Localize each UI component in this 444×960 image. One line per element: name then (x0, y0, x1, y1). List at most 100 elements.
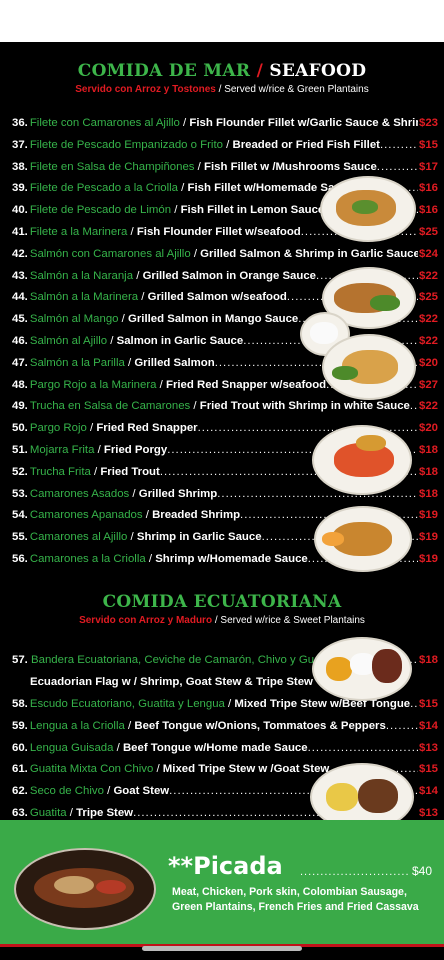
item-number: 48. (12, 378, 28, 391)
item-number: 58. (12, 698, 28, 710)
item-price: $22 (417, 265, 438, 288)
item-name-es: Trucha Frita (29, 465, 91, 478)
top-white-bar (0, 0, 444, 42)
item-name-es: Trucha en Salsa de Camarones (29, 400, 191, 413)
item-name-en: Shrimp w/Homemade Sauce (155, 552, 308, 565)
item-name-es: Camarones Asados (29, 487, 130, 500)
home-indicator[interactable] (142, 946, 302, 951)
item-name-es: Lengua Guisada (29, 741, 114, 754)
item-name-es: Filete en Salsa de Champiñones (29, 160, 195, 173)
item-name-es: Seco de Chivo (29, 785, 104, 798)
item-name-en: Tripe Stew (76, 806, 134, 819)
ecuador-section-title: COMIDA ECUATORIANA (0, 592, 444, 612)
seafood-title-slash: / (256, 61, 264, 81)
item-number: 56. (12, 552, 28, 565)
leader-dots: ........................................… (197, 422, 438, 435)
item-price: $15 (417, 694, 438, 716)
separator: / (118, 313, 128, 326)
separator: / (194, 160, 204, 173)
item-number: 46. (12, 334, 28, 347)
item-name-es: Salmón con Camarones al Ajillo (29, 247, 191, 260)
item-name-es: Salmón a la Parilla (29, 356, 125, 369)
item-price: $18 (417, 483, 438, 506)
item-number: 51. (12, 443, 28, 456)
item-price: $25 (417, 221, 438, 244)
item-name-es: Pargo Rojo (29, 422, 87, 435)
ecuador-subtitle-es: Servido con Arroz y Maduro (79, 615, 213, 626)
item-price: $22 (417, 330, 438, 353)
item-name-es: Pargo Rojo a la Marinera (29, 378, 157, 391)
item-price: $19 (417, 505, 438, 528)
separator: / (86, 422, 97, 435)
item-price: $18 (417, 461, 438, 484)
item-price: $23 (417, 113, 438, 135)
item-number: 38. (12, 160, 28, 173)
separator: / (224, 698, 235, 710)
item-name-en: Grilled Salmon (134, 356, 215, 369)
leader-dots: ........................................… (217, 487, 438, 500)
item-name-es: Filete con Camarones al Ajillo (29, 117, 180, 129)
ecuador-title: COMIDA ECUATORIANA (102, 592, 342, 612)
item-number: 53. (12, 487, 28, 500)
item-name-en: Mixed Tripe Stew w /Goat Stew (162, 763, 330, 776)
item-name-es: Camarones Apanados (29, 509, 143, 522)
item-price: $22 (417, 396, 438, 419)
picada-description: Meat, Chicken, Pork skin, Colombian Saus… (172, 886, 419, 913)
item-name-en: Beef Tongue w/Home made Sauce (122, 741, 308, 754)
seafood-title-es: COMIDA DE MAR (77, 61, 251, 81)
item-number: 37. (12, 138, 28, 151)
item-name-es: Filete de Pescado a la Criolla (29, 182, 178, 195)
dish-photo (314, 506, 412, 572)
item-name-en: Fish Fillet in Lemon Sauce (180, 204, 325, 217)
item-name-en: Breaded or Fried Fish Fillet (232, 138, 380, 151)
item-price: $14 (417, 715, 438, 738)
dish-photo (312, 425, 412, 495)
item-price: $20 (417, 352, 438, 375)
menu-item-row: 42. Salmón con Camarones al Ajillo / Gril… (12, 243, 438, 266)
seafood-subtitle-es: Servido con Arroz y Tostones (75, 84, 216, 95)
separator: / (113, 741, 123, 754)
ecuador-subtitle-sep: / (214, 615, 218, 626)
item-number: 54. (12, 509, 28, 522)
seafood-subtitle-sep: / (218, 84, 222, 95)
item-price: $24 (417, 243, 438, 266)
item-price: $15 (417, 759, 438, 782)
separator: / (190, 400, 200, 413)
separator: / (145, 552, 156, 565)
picada-leader-dots: ........................... (300, 866, 410, 878)
item-name-en: Grilled Salmon in Orange Sauce (142, 269, 317, 282)
item-name-es: Camarones al Ajillo (29, 531, 128, 544)
separator: / (107, 334, 117, 347)
item-name-en: Fried Trout (100, 465, 160, 478)
item-price: $14 (417, 781, 438, 803)
separator: / (179, 117, 190, 129)
item-name-es: Filete de Pescado de Limón (29, 204, 172, 217)
item-name-en: Fish Flounder Fillet w/Garlic Sauce & Sh… (189, 117, 438, 129)
item-name-en: Goat Stew (113, 785, 170, 798)
item-name-es: Guatita (29, 806, 67, 819)
item-number: 50. (12, 422, 28, 435)
item-name-en: Fried Red Snapper w/seafood (165, 378, 327, 391)
separator: / (66, 806, 77, 819)
item-number: 45. (12, 313, 28, 326)
item-price: $16 (417, 178, 438, 201)
item-name-es: Bandera Ecuatoriana, Ceviche de Camarón,… (31, 654, 336, 666)
item-name-es: Lengua a la Criolla (29, 719, 125, 732)
separator: / (190, 247, 201, 260)
menu-item-row: 59. Lengua a la Criolla / Beef Tongue w/O… (12, 715, 438, 738)
item-name-es: Filete de Pescado Empanizado o Frito (29, 138, 223, 151)
menu-item-row: 37. Filete de Pescado Empanizado o Frito … (12, 134, 438, 157)
item-name-en: Grilled Shrimp (138, 487, 218, 500)
item-number: 39. (12, 182, 28, 195)
item-price: $25 (417, 287, 438, 310)
menu-item-row: 36. Filete con Camarones al Ajillo / Fish… (12, 113, 438, 135)
seafood-subtitle: Servido con Arroz y Tostones / Served w/… (0, 84, 444, 95)
picada-photo (14, 848, 156, 930)
item-price: $20 (417, 418, 438, 440)
separator: / (103, 785, 114, 798)
separator: / (178, 182, 188, 195)
separator: / (127, 531, 137, 544)
item-name-es: Salmón a la Naranja (29, 269, 134, 282)
ecuador-subtitle-en: Served w/rice & Sweet Plantains (220, 615, 365, 626)
dish-photo (312, 637, 412, 701)
